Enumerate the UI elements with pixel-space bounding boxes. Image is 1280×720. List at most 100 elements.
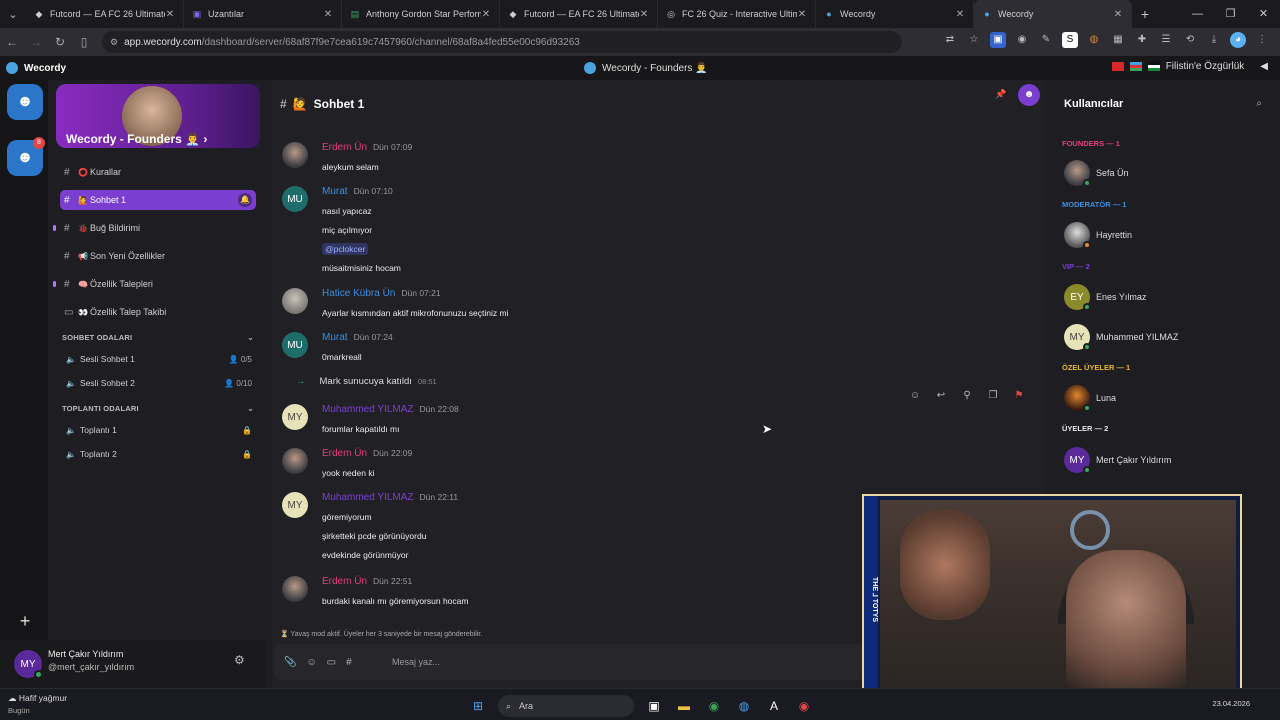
message-author[interactable]: Murat [322, 186, 348, 197]
task-view-icon[interactable]: ▣ [644, 696, 664, 716]
member-item[interactable]: EY Enes Yılmaz [1064, 284, 1264, 311]
voice-channel-item[interactable]: 🔈 Sesli Sohbet 1 👤 0/5 [66, 350, 252, 368]
format-icon[interactable]: # [346, 657, 352, 668]
message-input[interactable]: Mesaj yaz... [392, 657, 440, 667]
close-icon[interactable]: ✕ [955, 9, 965, 20]
avatar[interactable]: MY [282, 492, 308, 518]
history-icon[interactable]: ⟲ [1182, 32, 1198, 48]
avatar[interactable] [282, 576, 308, 602]
server-name[interactable]: Wecordy - Founders 👨‍💼 › [66, 132, 207, 146]
emoji-icon[interactable]: ☺ [306, 657, 316, 668]
category-header[interactable]: TOPLANTI ODALARI ⌄ [62, 404, 258, 413]
member-item[interactable]: MY Mert Çakır Yıldırım [1064, 447, 1264, 474]
tab-menu-icon[interactable]: ⌄ [0, 0, 26, 28]
avatar[interactable] [282, 448, 308, 474]
windows-start-icon[interactable]: ⊞ [468, 696, 488, 716]
new-tab-icon[interactable]: + [1132, 6, 1158, 22]
reload-icon[interactable]: ↻ [48, 35, 72, 49]
channel-item[interactable]: # 🧠 Özellik Talepleri [60, 274, 256, 294]
message-author[interactable]: Hatice Kübra Ün [322, 288, 395, 299]
channel-item[interactable]: # ⭕ Kurallar [60, 162, 256, 182]
message-author[interactable]: Murat [322, 332, 348, 343]
browser-tab[interactable]: ▣ Uzantılar ✕ [184, 0, 342, 28]
minimize-icon[interactable]: — [1181, 0, 1214, 28]
taskbar-search[interactable]: ⌕ Ara [498, 695, 634, 717]
emoji-reaction-icon[interactable]: ☺ [906, 390, 924, 401]
close-icon[interactable]: ✕ [481, 9, 491, 20]
reply-icon[interactable]: ↩ [932, 390, 950, 401]
sidebar-toggle-icon[interactable]: ▯ [72, 35, 96, 49]
browser-tab-active[interactable]: ● Wecordy ✕ [974, 0, 1132, 28]
joined-user[interactable]: Mark [320, 376, 341, 387]
avatar[interactable]: MU [282, 186, 308, 212]
message-author[interactable]: Muhammed YILMAZ [322, 492, 414, 503]
avatar[interactable]: MY [282, 404, 308, 430]
bell-icon[interactable]: 🔔 [238, 193, 252, 207]
member-item[interactable]: Hayrettin [1064, 222, 1264, 249]
message-author[interactable]: Erdem Ün [322, 142, 367, 153]
meeting-channel-item[interactable]: 🔈 Toplantı 1 🔒 [66, 421, 252, 439]
add-server-icon[interactable]: + [14, 610, 36, 632]
server-icon[interactable]: ☻ 8 [7, 137, 45, 176]
avatar[interactable] [282, 142, 308, 168]
menu-icon[interactable]: ⋮ [1254, 32, 1270, 48]
pin-icon[interactable]: ⚲ [958, 390, 976, 401]
extension-icon[interactable]: ▦ [1110, 32, 1126, 48]
download-icon[interactable]: ⤓ [1206, 32, 1222, 48]
browser-icon[interactable]: ◍ [734, 696, 754, 716]
translate-icon[interactable]: ⇄ [942, 32, 958, 48]
star-icon[interactable]: ☆ [966, 32, 982, 48]
copy-icon[interactable]: ❐ [984, 390, 1002, 401]
close-icon[interactable]: ✕ [1113, 9, 1123, 20]
megaphone-icon[interactable]: ◀ [1260, 61, 1268, 72]
browser-tab[interactable]: ▤ Anthony Gordon Star Performe ✕ [342, 0, 500, 28]
meeting-channel-item[interactable]: 🔈 Toplantı 2 🔒 [66, 445, 252, 463]
maximize-icon[interactable]: ❐ [1214, 0, 1247, 28]
browser-tab[interactable]: ◆ Futcord — EA FC 26 Ultimate Te✕ [26, 0, 184, 28]
back-icon[interactable]: ← [0, 35, 24, 49]
puzzle-icon[interactable]: ✚ [1134, 32, 1150, 48]
avatar[interactable]: MU [282, 332, 308, 358]
site-info-icon[interactable]: ⚙ [110, 37, 118, 48]
channel-item-active[interactable]: # 🙋 Sohbet 1 🔔 [60, 190, 256, 210]
taskbar-clock[interactable]: 23.04.2026 [1212, 699, 1250, 708]
gear-icon[interactable]: ⚙ [234, 653, 245, 667]
member-item[interactable]: Sefa Ün [1064, 160, 1264, 187]
server-banner[interactable]: Wecordy - Founders 👨‍💼 › [56, 84, 260, 148]
home-server-icon[interactable]: ☻ [7, 84, 43, 120]
extension-icon[interactable]: ◍ [1086, 32, 1102, 48]
browser-tab[interactable]: ◆ Futcord — EA FC 26 Ultimate Te✕ [500, 0, 658, 28]
message-author[interactable]: Erdem Ün [322, 576, 367, 587]
chrome-icon[interactable]: ◉ [704, 696, 724, 716]
message-author[interactable]: Muhammed YILMAZ [322, 404, 414, 415]
pen-icon[interactable]: ✎ [1038, 32, 1054, 48]
channel-item[interactable]: # 🐞 Buğ Bildirimi [60, 218, 256, 238]
profile-icon[interactable]: ◕ [1230, 32, 1246, 48]
extension-icon[interactable]: ◉ [1014, 32, 1030, 48]
category-header[interactable]: SOHBET ODALARI ⌄ [62, 333, 258, 342]
gif-icon[interactable]: ▭ [327, 657, 336, 668]
file-explorer-icon[interactable]: ▬ [674, 696, 694, 716]
app-icon[interactable]: A [764, 696, 784, 716]
attach-icon[interactable]: 📎 [284, 657, 296, 668]
avatar[interactable] [282, 288, 308, 314]
extension-icon[interactable]: ☰ [1158, 32, 1174, 48]
close-icon[interactable]: ✕ [639, 9, 649, 20]
extension-icon[interactable]: ▣ [990, 32, 1006, 48]
close-icon[interactable]: ✕ [797, 9, 807, 20]
channel-item[interactable]: ▭ 👀 Özellik Talep Takibi [60, 302, 256, 322]
voice-channel-item[interactable]: 🔈 Sesli Sohbet 2 👤 0/10 [66, 374, 252, 392]
browser-tab[interactable]: ◎ FC 26 Quiz - Interactive Ultimat ✕ [658, 0, 816, 28]
close-window-icon[interactable]: ✕ [1247, 0, 1280, 28]
forward-icon[interactable]: → [24, 35, 48, 49]
chrome-active-icon[interactable]: ◉ [794, 696, 814, 716]
url-field[interactable]: ⚙ app.wecordy.com/dashboard/server/68af8… [102, 31, 902, 53]
flag-icon[interactable]: ⚑ [1010, 390, 1028, 401]
bot-icon[interactable]: ☻ [1018, 84, 1040, 106]
weather-widget[interactable]: ☁ Hafif yağmur Bugün [8, 693, 67, 715]
user-mention[interactable]: @pclokcer [322, 243, 369, 255]
extension-icon[interactable]: S [1062, 32, 1078, 48]
browser-tab[interactable]: ● Wecordy ✕ [816, 0, 974, 28]
pin-icon[interactable]: 📌 [994, 89, 1008, 103]
member-item[interactable]: MY Muhammed YILMAZ [1064, 324, 1264, 351]
